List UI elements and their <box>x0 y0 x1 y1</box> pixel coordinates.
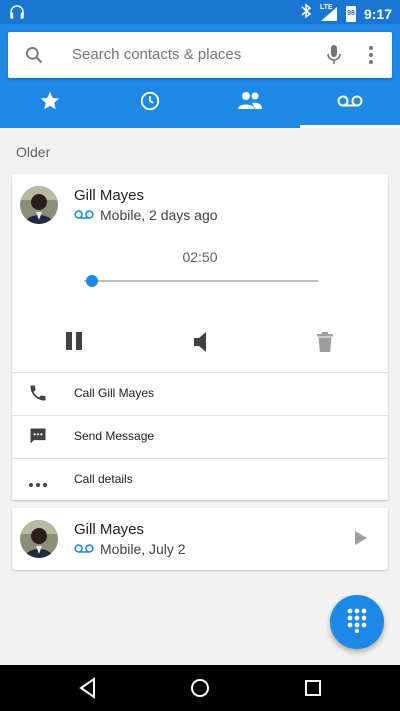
play-button[interactable] <box>354 530 368 551</box>
delete-button[interactable] <box>317 332 333 357</box>
send-message-label: Send Message <box>74 429 155 443</box>
voicemail-subtitle: Mobile, 2 days ago <box>74 207 218 223</box>
dialpad-button[interactable] <box>330 595 384 649</box>
tab-bar <box>0 78 400 128</box>
status-bar: LTE 98 9:17 <box>0 0 400 24</box>
tab-favorites[interactable] <box>0 78 100 128</box>
voicemail-card[interactable]: Gill Mayes Mobile, July 2 <box>12 508 388 570</box>
search-input[interactable]: Search contacts & places <box>72 46 241 63</box>
contact-name: Gill Mayes <box>74 521 145 538</box>
seekbar-thumb[interactable] <box>86 275 98 287</box>
tab-contacts[interactable] <box>200 78 300 128</box>
speaker-button[interactable] <box>192 329 210 360</box>
headphones-icon <box>8 3 26 26</box>
call-contact-label: Call Gill Mayes <box>74 386 155 400</box>
network-type-label: LTE <box>319 3 333 11</box>
battery-level: 98 <box>347 9 355 17</box>
star-icon <box>39 90 61 117</box>
send-message-action[interactable]: Send Message <box>12 416 388 458</box>
playback-seekbar[interactable] <box>84 280 318 282</box>
message-icon <box>28 426 48 451</box>
tab-recents[interactable] <box>100 78 200 128</box>
voicemail-card-expanded[interactable]: Gill Mayes Mobile, 2 days ago 02:50 Call… <box>12 174 388 500</box>
home-button[interactable] <box>189 677 211 704</box>
people-icon <box>237 91 263 116</box>
battery-icon: 98 <box>345 5 356 22</box>
more-vert-icon[interactable] <box>368 45 374 70</box>
pause-button[interactable] <box>64 330 84 357</box>
section-label-older: Older <box>16 144 51 160</box>
call-details-action[interactable]: Call details <box>12 459 388 501</box>
recents-button[interactable] <box>303 677 323 704</box>
voicemail-icon <box>337 94 363 113</box>
bluetooth-icon <box>300 3 312 24</box>
voicemail-icon <box>74 207 94 223</box>
system-nav-bar <box>0 665 400 711</box>
back-button[interactable] <box>78 677 98 704</box>
voicemail-subtitle: Mobile, July 2 <box>74 541 186 557</box>
more-horiz-icon <box>28 475 48 493</box>
dialpad-icon <box>346 607 368 638</box>
voicemail-subtitle-text: Mobile, July 2 <box>100 541 186 557</box>
avatar <box>20 520 58 558</box>
voicemail-subtitle-text: Mobile, 2 days ago <box>100 207 218 223</box>
voicemail-icon <box>74 541 94 557</box>
clock-icon <box>139 90 161 117</box>
contact-name: Gill Mayes <box>74 187 145 204</box>
phone-icon <box>28 383 48 408</box>
voicemail-duration: 02:50 <box>182 249 218 265</box>
tab-voicemail[interactable] <box>300 78 400 128</box>
signal-icon: LTE <box>319 3 338 22</box>
search-bar[interactable]: Search contacts & places <box>8 32 392 78</box>
call-details-label: Call details <box>74 472 133 486</box>
search-icon[interactable] <box>24 45 44 70</box>
microphone-icon[interactable] <box>326 44 342 71</box>
clock-time: 9:17 <box>363 5 392 22</box>
call-contact-action[interactable]: Call Gill Mayes <box>12 373 388 415</box>
app-bar: Search contacts & places <box>0 24 400 128</box>
avatar <box>20 186 58 224</box>
